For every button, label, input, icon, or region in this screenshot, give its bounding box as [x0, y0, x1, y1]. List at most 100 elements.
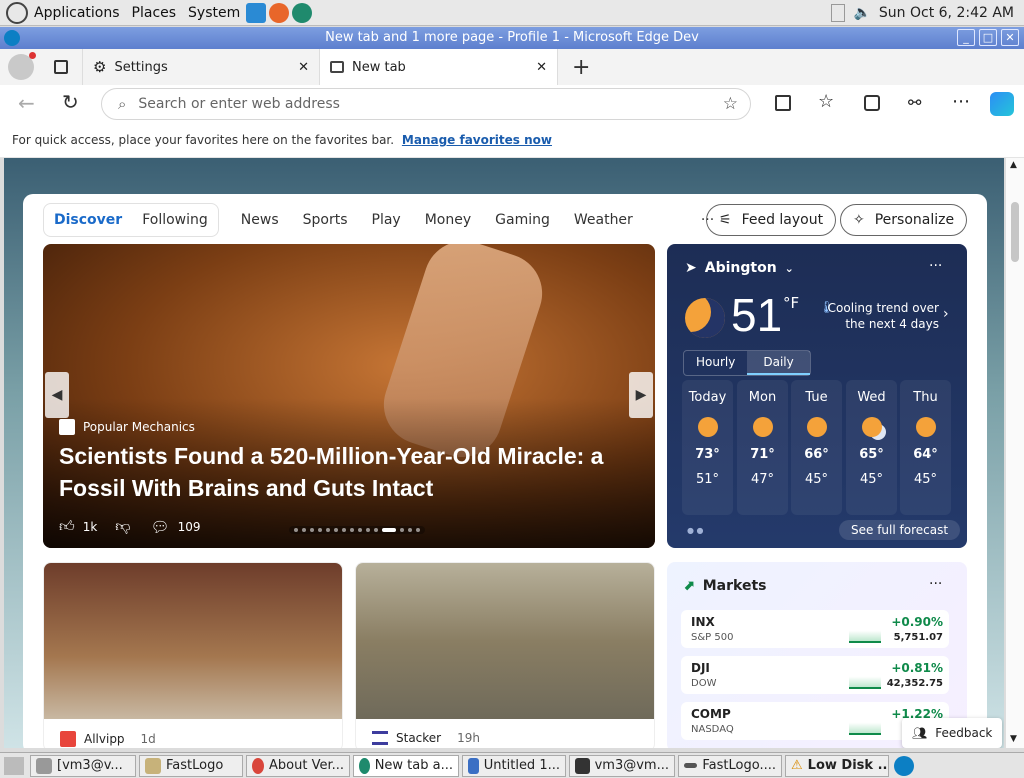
comment-icon[interactable]: 💬︎: [151, 518, 170, 536]
nav-news[interactable]: News: [241, 212, 279, 228]
story-card[interactable]: Allvipp 1d: [43, 562, 343, 748]
carousel-dot[interactable]: [374, 528, 378, 532]
story-card[interactable]: Stacker 19h: [355, 562, 655, 748]
scroll-down-arrow[interactable]: ▼: [1010, 734, 1017, 744]
feed-panel: Discover Following News Sports Play Mone…: [23, 194, 987, 748]
toggle-hourly[interactable]: Hourly: [684, 351, 747, 375]
feed-layout-button[interactable]: ⚟ Feed layout: [706, 204, 837, 236]
nav-money[interactable]: Money: [425, 212, 471, 228]
market-row[interactable]: INX S&P 500 +0.90% 5,751.07: [681, 610, 949, 648]
taskbar-item[interactable]: FastLogo....: [678, 754, 782, 777]
moon-icon: [685, 298, 725, 338]
nav-sports[interactable]: Sports: [303, 212, 348, 228]
maximize-button[interactable]: □: [979, 29, 997, 46]
dislike-icon[interactable]: 👎︎: [115, 517, 130, 536]
carousel-dot[interactable]: [400, 528, 404, 532]
hero-story[interactable]: ◀ ▶ Popular Mechanics Scientists Found a…: [43, 244, 655, 548]
weather-location[interactable]: ➤ Abington ⌄: [685, 260, 794, 276]
carousel-dot[interactable]: [342, 528, 346, 532]
weather-more-icon[interactable]: ···: [929, 258, 942, 274]
manage-favorites-link[interactable]: Manage favorites now: [402, 133, 552, 147]
like-icon[interactable]: 👍︎: [59, 517, 75, 536]
carousel-dot[interactable]: [416, 528, 420, 532]
close-tab-icon[interactable]: ✕: [298, 60, 309, 75]
tab-new-tab[interactable]: New tab ✕: [320, 49, 558, 85]
taskbar-item[interactable]: vm3@vm...: [569, 754, 675, 777]
scroll-thumb[interactable]: [1011, 202, 1019, 262]
minimize-button[interactable]: _: [957, 29, 975, 46]
carousel-dot[interactable]: [294, 528, 298, 532]
taskbar-item[interactable]: About Ver...: [246, 754, 350, 777]
taskbar-item[interactable]: ⚠ Low Disk ...: [785, 754, 889, 777]
window-icon: [684, 763, 698, 768]
tab-settings[interactable]: ⚙ Settings ✕: [82, 49, 320, 85]
market-row[interactable]: DJI DOW +0.81% 42,352.75: [681, 656, 949, 694]
forecast-day[interactable]: Thu 64° 45°: [900, 380, 951, 515]
edge-dev-icon[interactable]: [292, 2, 313, 23]
carousel-dot[interactable]: [382, 528, 396, 532]
profile-icon[interactable]: [8, 52, 36, 80]
forecast-day[interactable]: Today 73° 51°: [682, 380, 733, 515]
close-window-button[interactable]: ✕: [1001, 29, 1019, 46]
nav-gaming[interactable]: Gaming: [495, 212, 550, 228]
clock[interactable]: Sun Oct 6, 2:42 AM: [879, 5, 1014, 21]
vscode-icon[interactable]: [246, 2, 267, 23]
close-tab-icon[interactable]: ✕: [536, 60, 547, 75]
feed-layout-label: Feed layout: [741, 212, 824, 228]
forecast-day[interactable]: Mon 71° 47°: [737, 380, 788, 515]
carousel-dot[interactable]: [334, 528, 338, 532]
markets-more-icon[interactable]: ···: [929, 576, 942, 592]
hero-headline[interactable]: Scientists Found a 520-Million-Year-Old …: [59, 440, 649, 504]
toggle-daily[interactable]: Daily: [747, 351, 810, 375]
system-menu[interactable]: System: [182, 5, 246, 21]
split-screen-icon[interactable]: [775, 95, 791, 111]
keyboard-icon[interactable]: [831, 3, 846, 22]
launcher-logo-icon[interactable]: [6, 1, 28, 24]
tab-discover[interactable]: Discover: [54, 212, 122, 228]
nav-weather[interactable]: Weather: [574, 212, 633, 228]
extensions-icon[interactable]: ⚯: [908, 93, 921, 112]
places-menu[interactable]: Places: [126, 5, 183, 21]
firefox-icon[interactable]: [269, 2, 290, 23]
previous-story-button[interactable]: ◀: [45, 372, 69, 418]
refresh-icon[interactable]: ↻: [62, 90, 79, 114]
carousel-dot[interactable]: [358, 528, 362, 532]
favorite-star-icon[interactable]: ☆: [723, 94, 738, 114]
see-full-forecast-button[interactable]: See full forecast: [839, 520, 961, 540]
favorites-icon[interactable]: ☆: [818, 91, 834, 112]
address-bar[interactable]: ⌕ Search or enter web address ☆: [101, 88, 751, 120]
back-icon[interactable]: ←: [18, 91, 35, 115]
forecast-day[interactable]: Wed 65° 45°: [846, 380, 897, 515]
carousel-dot[interactable]: [318, 528, 322, 532]
carousel-dot[interactable]: [302, 528, 306, 532]
settings-more-icon[interactable]: ⋯: [952, 91, 970, 112]
tray-edge-icon[interactable]: [894, 755, 914, 776]
new-tab-button[interactable]: +: [572, 55, 590, 80]
carousel-dot[interactable]: [310, 528, 314, 532]
taskbar-item[interactable]: [vm3@v...: [30, 754, 136, 777]
next-story-button[interactable]: ▶: [629, 372, 653, 418]
tab-actions-icon[interactable]: [54, 60, 68, 74]
copilot-icon[interactable]: [990, 92, 1014, 116]
carousel-dot[interactable]: [408, 528, 412, 532]
page-scrollbar[interactable]: ▲ ▼: [1005, 158, 1024, 748]
carousel-dot[interactable]: [366, 528, 370, 532]
personalize-button[interactable]: ✧ Personalize: [840, 204, 968, 236]
collections-icon[interactable]: [864, 95, 880, 111]
chevron-right-icon[interactable]: ›: [943, 306, 949, 322]
forecast-day[interactable]: Tue 66° 45°: [791, 380, 842, 515]
applications-menu[interactable]: Applications: [28, 5, 126, 21]
nav-play[interactable]: Play: [372, 212, 401, 228]
volume-icon[interactable]: 🔈: [853, 5, 870, 21]
carousel-dot[interactable]: [326, 528, 330, 532]
carousel-dot[interactable]: [350, 528, 354, 532]
weather-trend[interactable]: Cooling trend over the next 4 days: [827, 300, 939, 332]
taskbar-item[interactable]: FastLogo: [139, 754, 243, 777]
scroll-up-arrow[interactable]: ▲: [1010, 160, 1017, 170]
feedback-button[interactable]: 👥︎ Feedback: [902, 718, 1003, 748]
show-desktop-icon[interactable]: [4, 756, 24, 775]
tab-following[interactable]: Following: [142, 212, 208, 228]
markets-header[interactable]: ⬈ Markets: [683, 578, 766, 594]
taskbar-item[interactable]: New tab a...: [353, 754, 459, 777]
taskbar-item[interactable]: Untitled 1...: [462, 754, 566, 777]
